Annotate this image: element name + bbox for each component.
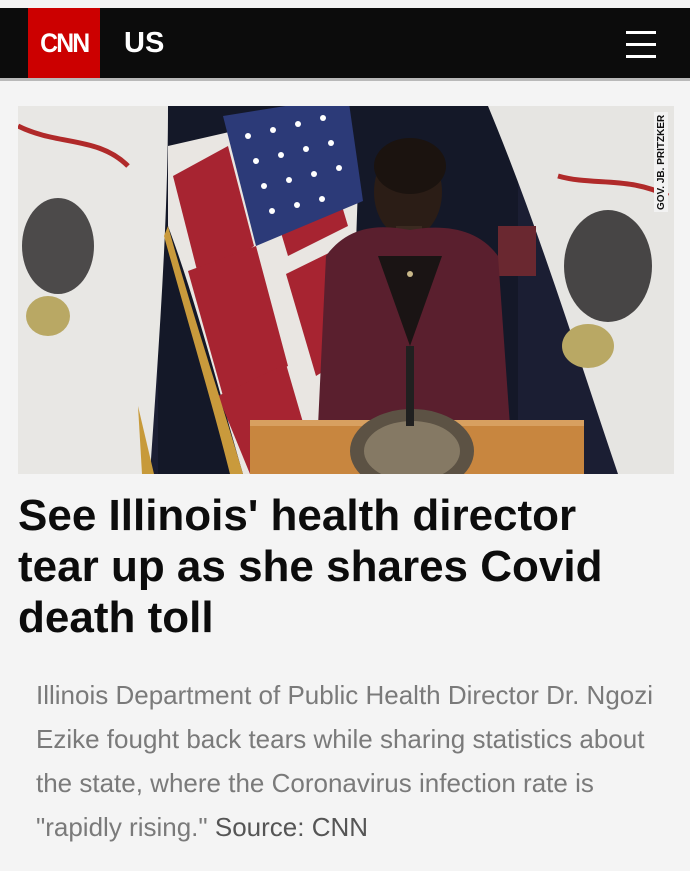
source-credit: Source: CNN [214,812,369,842]
article-summary: Illinois Department of Public Health Dir… [36,673,676,849]
logo-text: CNN [39,27,90,58]
header-divider [0,78,690,81]
cnn-logo[interactable]: CNN [28,8,100,78]
hamburger-menu-icon[interactable] [622,28,660,62]
top-navigation-bar: CNN US [0,8,690,78]
section-label[interactable]: US [124,25,164,61]
watermark-text: GOV. JB. PRITZKER [656,114,667,210]
article-headline[interactable]: See Illinois' health director tear up as… [18,490,668,643]
hero-image: GOV. JB. PRITZKER [18,106,674,474]
